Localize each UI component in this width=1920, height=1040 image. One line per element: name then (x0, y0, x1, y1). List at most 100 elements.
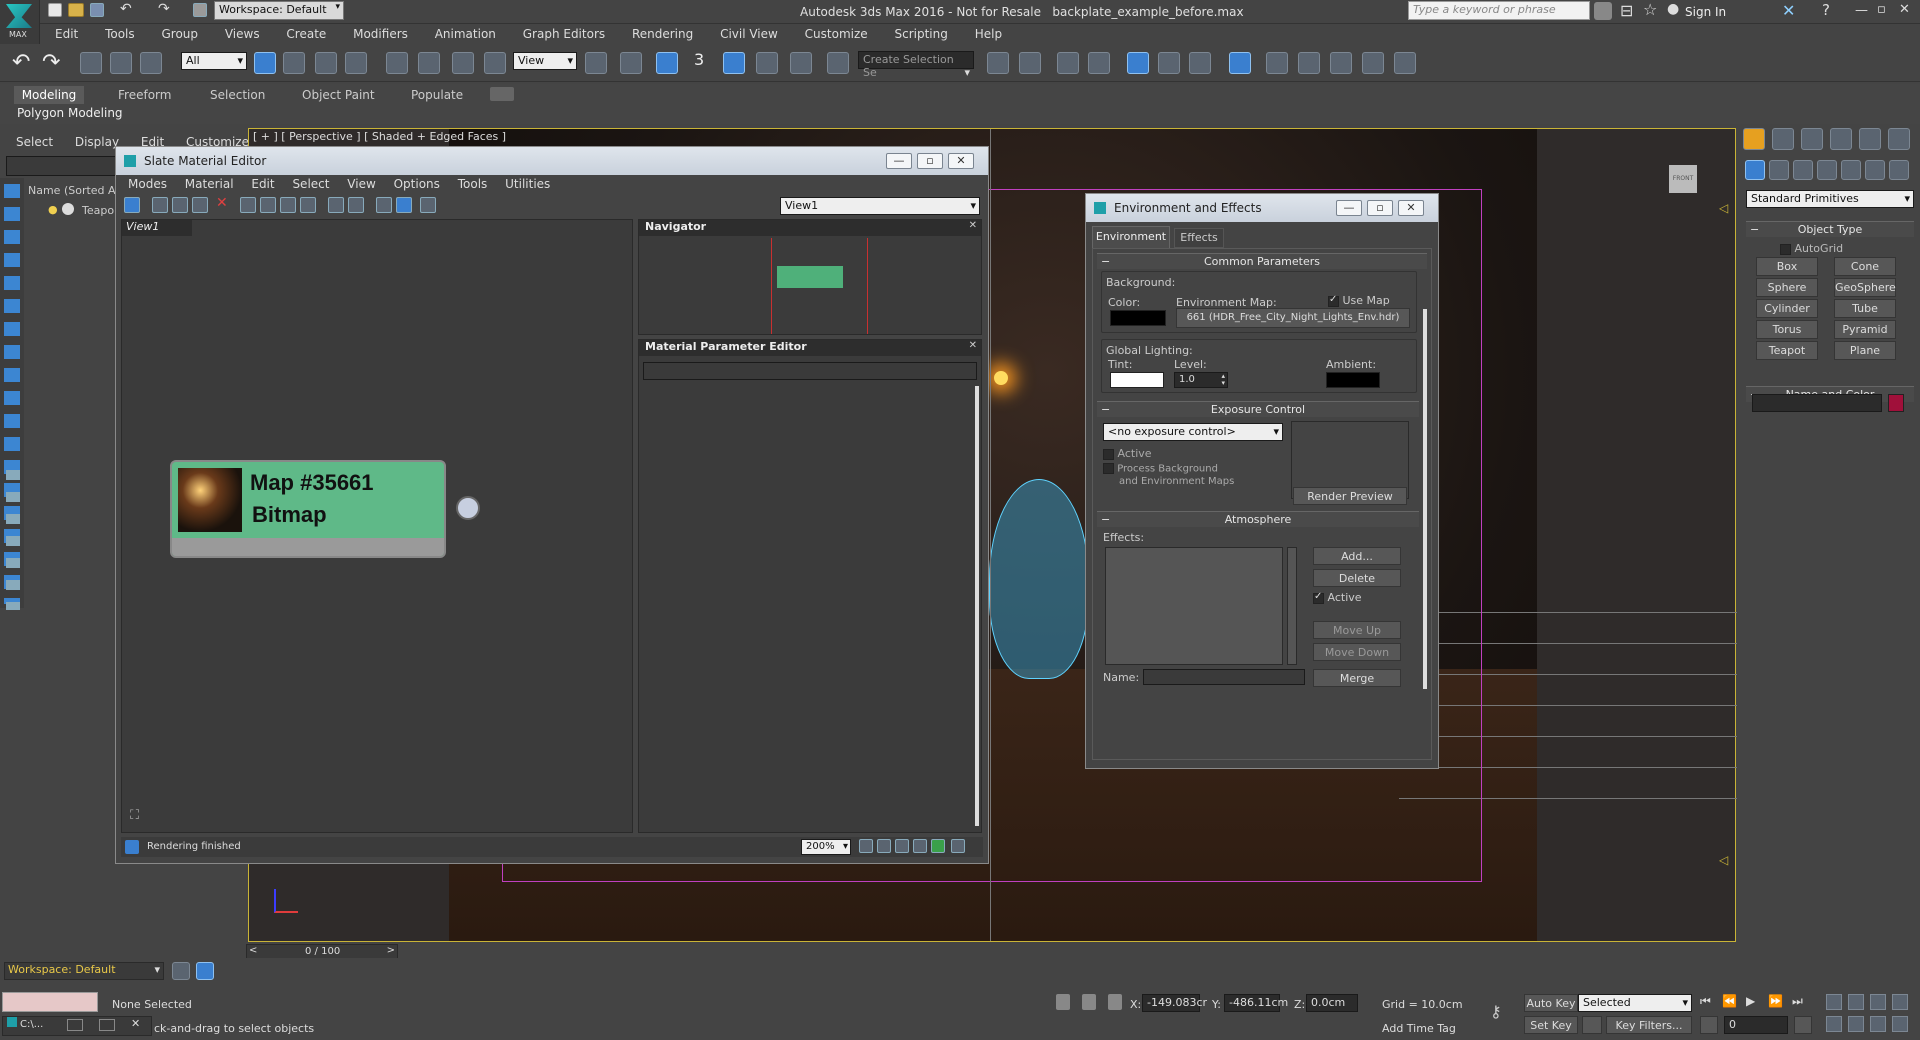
close-button[interactable]: ✕ (1899, 2, 1910, 17)
view-tab[interactable]: View1 (122, 220, 192, 236)
ribbon-tab-object-paint[interactable]: Object Paint (302, 88, 375, 102)
space-warps-icon[interactable] (1865, 160, 1885, 180)
open-file-icon[interactable] (68, 3, 84, 17)
scene-explorer-icon[interactable] (1088, 52, 1110, 74)
add-effect-button[interactable]: Add... (1313, 547, 1401, 565)
search-input[interactable]: Type a keyword or phrase (1408, 1, 1590, 20)
background-color-swatch[interactable] (1110, 310, 1166, 326)
zoom-extents-icon[interactable] (913, 839, 927, 853)
move-icon[interactable] (386, 52, 408, 74)
next-frame-icon[interactable]: ⏩ (1768, 994, 1783, 1008)
workspace-dropdown[interactable]: Workspace: Default ▾ (214, 1, 344, 20)
minimize-button[interactable]: — (1855, 3, 1868, 18)
angle-snap-icon[interactable] (723, 52, 745, 74)
view-cube[interactable]: FRONT (1669, 165, 1697, 193)
render-cloud-icon[interactable] (1394, 52, 1416, 74)
add-time-tag[interactable]: Add Time Tag (1382, 1022, 1456, 1035)
percent-snap-icon[interactable] (756, 52, 778, 74)
environment-map-button[interactable]: 661 (HDR_Free_City_Night_Lights_Env.hdr) (1176, 308, 1410, 328)
object-color-swatch[interactable] (1888, 394, 1904, 412)
move-up-button[interactable]: Move Up (1313, 621, 1401, 639)
absolute-mode-icon[interactable] (1056, 994, 1070, 1010)
user-icon[interactable]: ● (1667, 1, 1679, 17)
cameras-icon[interactable] (1817, 160, 1837, 180)
slider-next-icon[interactable]: > (387, 945, 395, 956)
set-key-button[interactable]: Set Key (1524, 1016, 1578, 1034)
move-down-button[interactable]: Move Down (1313, 643, 1401, 661)
parameter-editor-icon[interactable] (396, 197, 412, 213)
show-map-icon[interactable] (280, 197, 296, 213)
edit-named-selection-icon[interactable] (827, 52, 849, 74)
link-icon[interactable] (80, 52, 102, 74)
menu-tools[interactable]: Tools (105, 27, 135, 41)
lights-icon[interactable] (1793, 160, 1813, 180)
go-to-end-icon[interactable]: ⏭ (1792, 994, 1803, 1009)
taskbar-restore-icon[interactable] (67, 1019, 83, 1031)
scene-find-field[interactable] (6, 156, 124, 176)
pick-material-icon[interactable] (152, 197, 168, 213)
modify-tab-icon[interactable] (1772, 128, 1794, 150)
ambient-color-swatch[interactable] (1326, 372, 1380, 388)
slate-menu-options[interactable]: Options (394, 177, 440, 191)
select-object-icon[interactable] (254, 52, 276, 74)
env-close-button[interactable]: ✕ (1398, 200, 1424, 216)
keyboard-shortcut-icon[interactable] (656, 52, 678, 74)
menu-group[interactable]: Group (161, 27, 198, 41)
output-socket-icon[interactable] (456, 496, 480, 520)
ribbon-tab-populate[interactable]: Populate (411, 88, 463, 102)
parameter-name-field[interactable] (643, 362, 977, 380)
hide-unused-icon[interactable] (260, 197, 276, 213)
light-bulb-icon[interactable]: ● (48, 203, 58, 216)
level-spinner[interactable]: 1.0 ▴ ▾ (1174, 372, 1228, 388)
create-torus-button[interactable]: Torus (1756, 320, 1818, 339)
previous-frame-icon[interactable]: ⏪ (1722, 994, 1737, 1008)
slate-menu-view[interactable]: View (347, 177, 375, 191)
ribbon-toggle-icon[interactable] (1127, 52, 1149, 74)
redo-icon[interactable]: ↷ (158, 1, 170, 17)
menu-graph-editors[interactable]: Graph Editors (523, 27, 605, 41)
zoom-extents-nav-icon[interactable] (1870, 994, 1886, 1010)
zoom-nav-icon[interactable] (1826, 994, 1842, 1010)
slate-menu-modes[interactable]: Modes (128, 177, 167, 191)
env-maximize-button[interactable]: ▫ (1367, 200, 1393, 216)
ribbon-options-icon[interactable] (490, 87, 514, 101)
lock-icon[interactable] (1082, 994, 1096, 1010)
assign-material-icon[interactable] (192, 197, 208, 213)
taskbar-item[interactable]: C:\... ✕ (2, 1016, 152, 1036)
ribbon-tab-selection[interactable]: Selection (210, 88, 265, 102)
ribbon-tab-modeling[interactable]: Modeling (14, 86, 84, 104)
menu-civil-view[interactable]: Civil View (720, 27, 778, 41)
scene-column-header[interactable]: Name (Sorted Asc (28, 184, 127, 197)
slate-menu-tools[interactable]: Tools (458, 177, 488, 191)
app-logo[interactable]: MAX (0, 0, 40, 44)
slate-menu-select[interactable]: Select (292, 177, 329, 191)
rotate-icon[interactable] (418, 52, 440, 74)
menu-help[interactable]: Help (975, 27, 1002, 41)
y-coordinate-field[interactable]: -486.11cm (1224, 994, 1288, 1012)
unlink-icon[interactable] (110, 52, 132, 74)
place-icon[interactable] (484, 52, 506, 74)
effects-list-scrollbar[interactable] (1287, 547, 1297, 665)
helpers-icon[interactable] (1841, 160, 1861, 180)
help-icon[interactable]: ? (1822, 1, 1830, 19)
snap-toggle[interactable]: 3 (694, 50, 704, 69)
fov-icon[interactable] (1826, 1016, 1842, 1032)
schematic-view-icon[interactable] (1189, 52, 1211, 74)
effect-active-checkbox[interactable]: Active (1313, 591, 1362, 604)
select-tool-icon[interactable] (124, 197, 140, 213)
delete-effect-button[interactable]: Delete (1313, 569, 1401, 587)
atmosphere-header[interactable]: − Atmosphere (1097, 511, 1419, 527)
menu-customize[interactable]: Customize (805, 27, 868, 41)
teapot-visibility-icon[interactable] (62, 203, 74, 215)
render-preview-button[interactable]: Render Preview (1293, 487, 1407, 505)
bind-space-warp-icon[interactable] (140, 52, 162, 74)
slate-close-button[interactable]: ✕ (948, 153, 974, 169)
material-map-browser-icon[interactable] (376, 197, 392, 213)
pan-icon[interactable] (859, 839, 873, 853)
scene-menu-select[interactable]: Select (16, 135, 53, 149)
parameter-editor-close-icon[interactable]: ✕ (969, 340, 977, 351)
create-tube-button[interactable]: Tube (1834, 299, 1896, 318)
star-icon[interactable]: ☆ (1643, 0, 1657, 19)
pan-to-selected-icon[interactable] (951, 839, 965, 853)
key-mode-icon[interactable] (1700, 1016, 1718, 1034)
